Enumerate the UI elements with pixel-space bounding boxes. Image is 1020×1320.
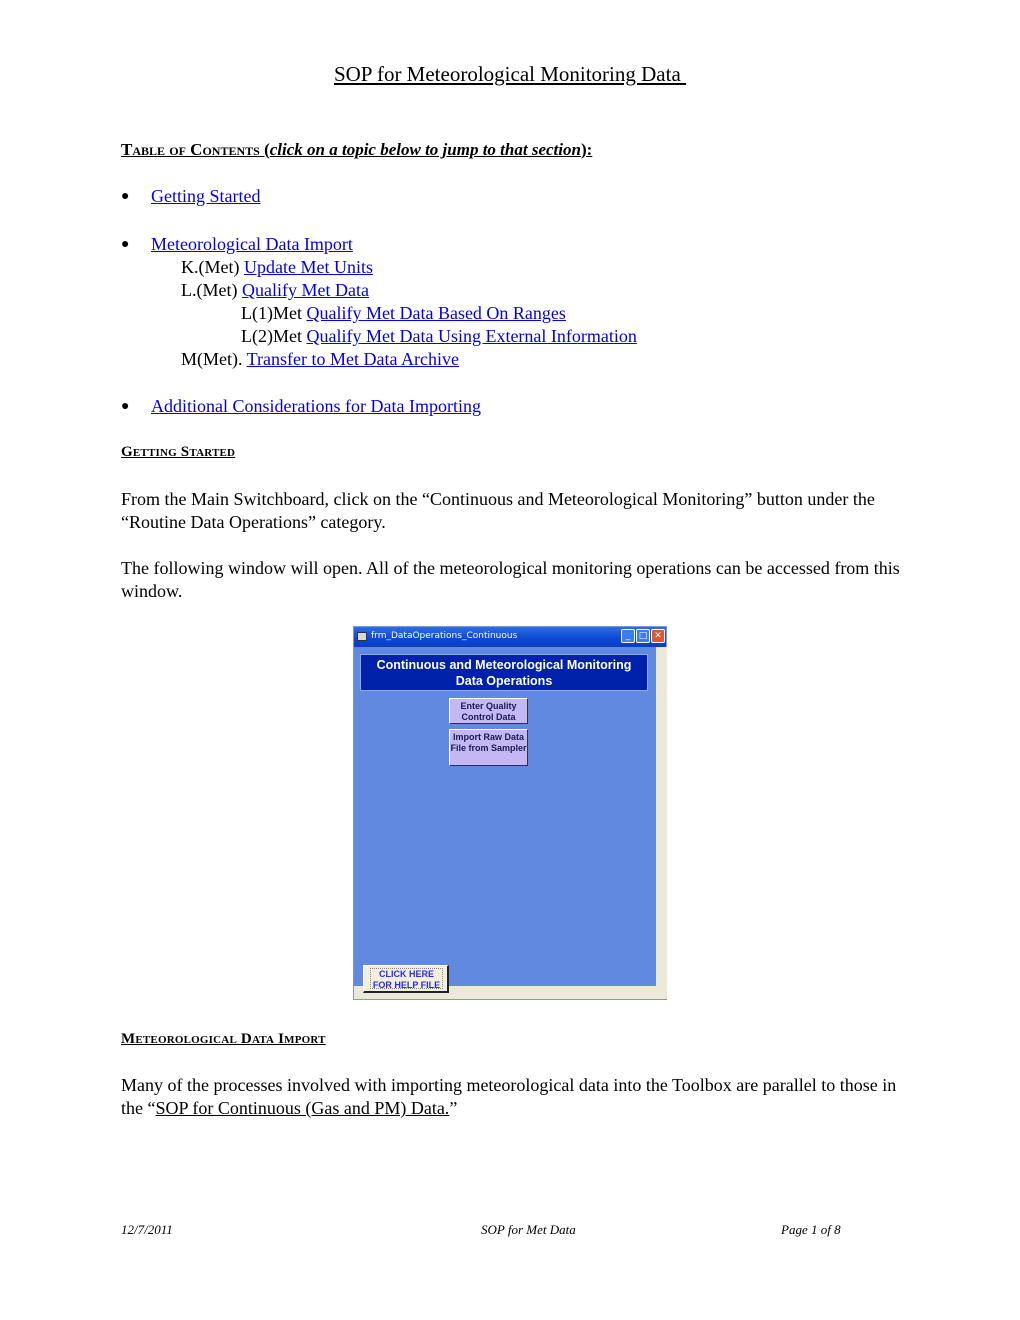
sop-continuous-link[interactable]: SOP for Continuous (Gas and PM) Data. (155, 1098, 449, 1118)
help-file-button[interactable]: CLICK HERE FOR HELP FILE (363, 965, 449, 993)
toc-link-update-met-units[interactable]: Update Met Units (244, 257, 373, 277)
toc-link-getting-started[interactable]: Getting Started (151, 186, 260, 206)
window-side-panel (656, 647, 667, 999)
title-text: SOP for Meteorological Monitoring Data (333, 62, 687, 86)
form-icon (357, 632, 367, 641)
footer-title: SOP for Met Data (481, 1222, 576, 1237)
form-body: Continuous and Meteorological Monitoring… (354, 647, 656, 993)
footer-date: 12/7/2011 (121, 1222, 173, 1237)
help-line2: FOR HELP FILE (372, 980, 441, 990)
toc-link-qualify-external[interactable]: Qualify Met Data Using External Informat… (306, 326, 636, 346)
minimize-icon[interactable]: _ (621, 629, 635, 643)
toc-prefix: L(2)Met (241, 326, 307, 346)
paragraph-text: ” (449, 1098, 458, 1118)
toc-subitem: M(Met). Transfer to Met Data Archive (181, 348, 459, 371)
window-titlebar: frm_DataOperations_Continuous _ □ ✕ (354, 627, 666, 647)
bullet-icon: ● (121, 189, 130, 204)
toc-link-qualify-met-data[interactable]: Qualify Met Data (242, 280, 369, 300)
maximize-icon[interactable]: □ (636, 629, 650, 643)
paragraph: Many of the processes involved with impo… (121, 1074, 911, 1120)
toc-prefix: L.(Met) (181, 280, 242, 300)
paragraph: The following window will open. All of t… (121, 558, 900, 601)
help-line1: CLICK HERE (378, 969, 434, 979)
close-icon[interactable]: ✕ (651, 629, 665, 643)
toc-heading-paren: ( (259, 140, 270, 159)
toc-heading: Table of Contents (click on a topic belo… (121, 140, 592, 160)
form-header: Continuous and Meteorological Monitoring… (360, 654, 648, 691)
import-raw-data-button[interactable]: Import Raw Data File from Sampler (449, 729, 528, 766)
paragraph: From the Main Switchboard, click on the … (121, 489, 875, 532)
toc-link-additional-considerations[interactable]: Additional Considerations for Data Impor… (151, 396, 481, 416)
bullet-icon: ● (121, 237, 130, 252)
toc-heading-close: ): (580, 140, 593, 159)
window-title: frm_DataOperations_Continuous (371, 631, 518, 641)
toc-heading-label: Table of Contents (121, 140, 260, 159)
app-window-screenshot: frm_DataOperations_Continuous _ □ ✕ Cont… (353, 626, 667, 1000)
toc-link-transfer-archive[interactable]: Transfer to Met Data Archive (247, 349, 459, 369)
toc-subitem: L(1)Met Qualify Met Data Based On Ranges (241, 302, 566, 325)
toc-prefix: M(Met). (181, 349, 247, 369)
toc-link-met-data-import[interactable]: Meteorological Data Import (151, 234, 353, 254)
toc-subitem: L.(Met) Qualify Met Data (181, 279, 369, 302)
section-heading-getting-started: Getting Started (121, 444, 236, 460)
footer-page-number: Page 1 of 8 (781, 1222, 841, 1237)
form-header-line2: Data Operations (455, 674, 553, 688)
form-header-line1: Continuous and Meteorological Monitoring (376, 658, 632, 672)
toc-prefix: L(1)Met (241, 303, 307, 323)
bullet-icon: ● (121, 399, 130, 414)
document-title: SOP for Meteorological Monitoring Data (0, 62, 1020, 87)
toc-subitem: K.(Met) Update Met Units (181, 256, 373, 279)
toc-prefix: K.(Met) (181, 257, 244, 277)
toc-heading-instruction: click on a topic below to jump to that s… (269, 140, 581, 159)
section-heading-met-data-import: Meteorological Data Import (121, 1031, 326, 1047)
toc-subitem: L(2)Met Qualify Met Data Using External … (241, 325, 637, 348)
toc-link-qualify-ranges[interactable]: Qualify Met Data Based On Ranges (306, 303, 565, 323)
enter-qc-data-button[interactable]: Enter Quality Control Data (449, 698, 528, 724)
help-button-label: CLICK HERE FOR HELP FILE (370, 968, 443, 990)
